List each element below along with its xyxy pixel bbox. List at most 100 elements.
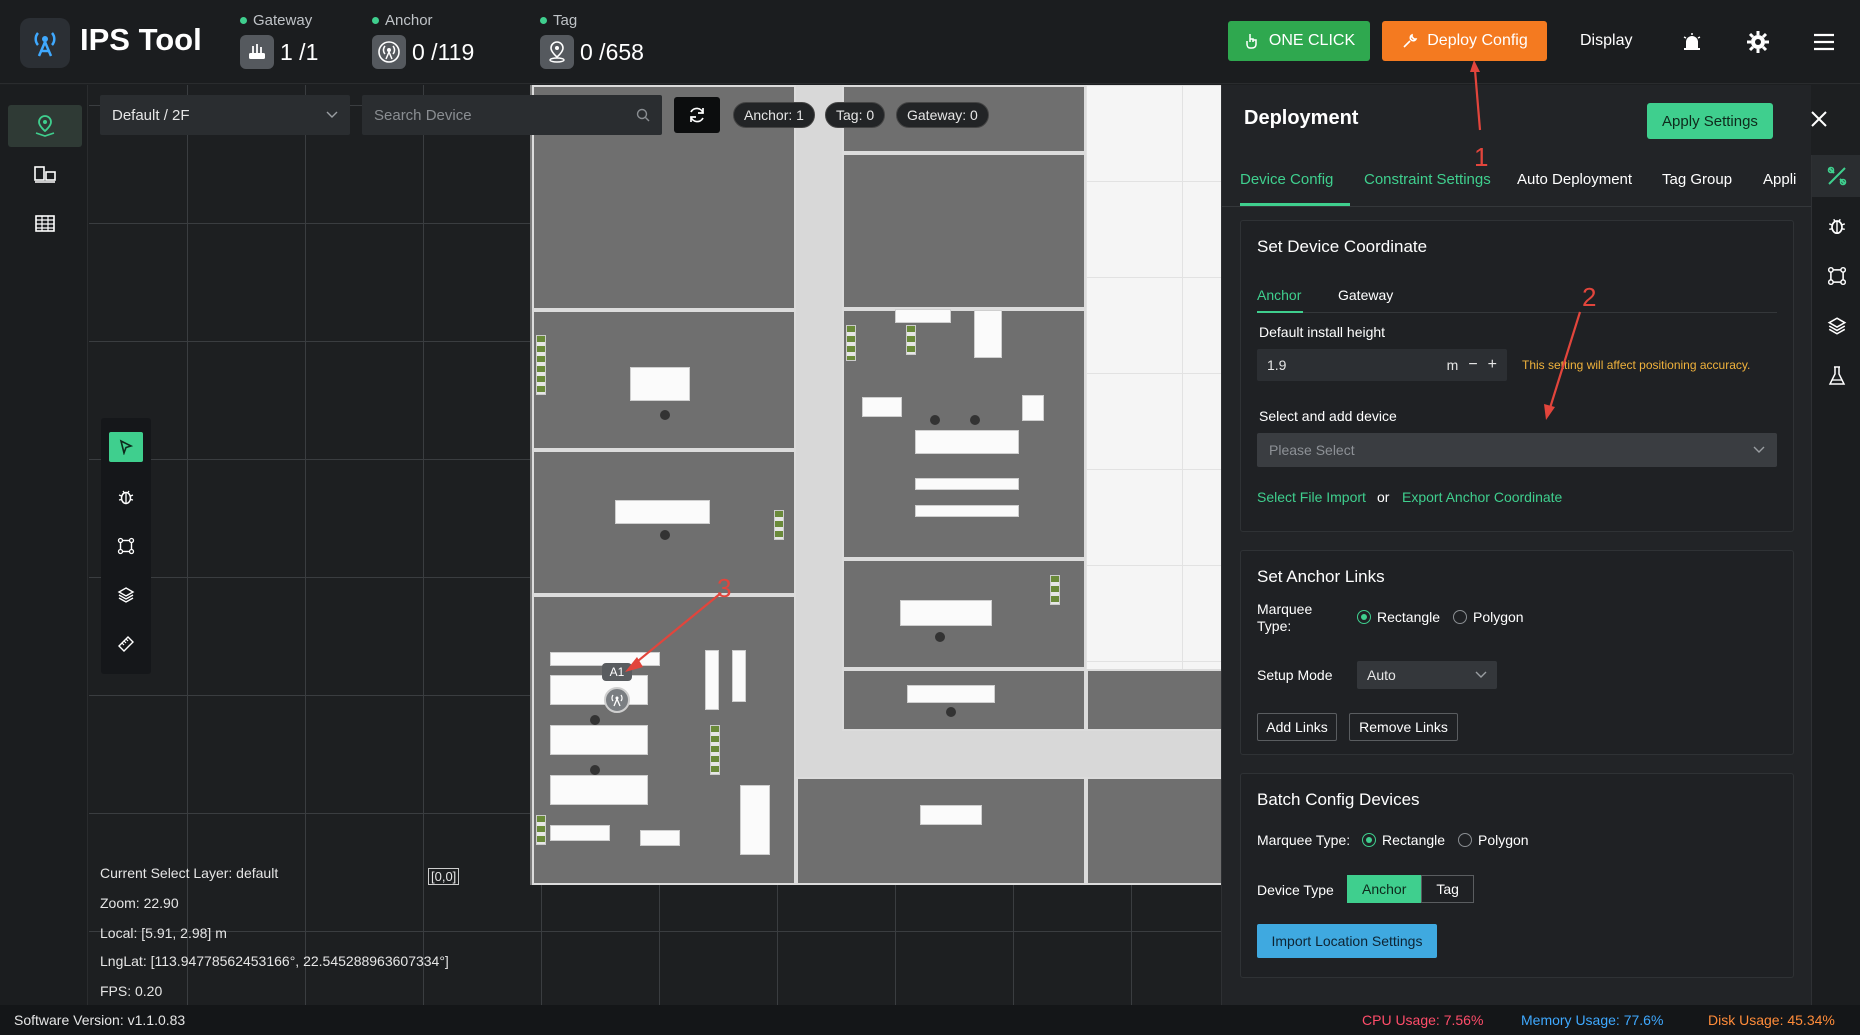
search-box <box>362 95 662 135</box>
card-title: Set Anchor Links <box>1257 567 1385 586</box>
batch-rectangle-radio[interactable]: Rectangle <box>1362 832 1445 848</box>
online-dot <box>540 17 547 24</box>
online-dot <box>372 17 379 24</box>
device-select[interactable]: Please Select <box>1257 433 1777 467</box>
room <box>1086 777 1221 885</box>
gear-icon[interactable] <box>1744 28 1772 56</box>
sidebar-item-buildings[interactable] <box>8 201 82 243</box>
room <box>842 153 1086 309</box>
desk <box>895 309 951 323</box>
hamburger-menu-icon[interactable] <box>1810 28 1838 56</box>
bug-icon <box>1828 218 1845 235</box>
select-device-label: Select and add device <box>1259 408 1397 424</box>
search-input[interactable] <box>374 106 614 124</box>
display-menu[interactable]: Display <box>1580 32 1632 50</box>
setup-mode-select[interactable]: Auto <box>1357 661 1497 689</box>
install-height-label: Default install height <box>1259 324 1386 340</box>
device-type-label: Device Type <box>1257 882 1334 898</box>
measure-tool[interactable] <box>109 629 143 659</box>
link-area-tool[interactable] <box>109 531 143 561</box>
increment-icon[interactable]: + <box>1488 356 1497 374</box>
gateway-count-pill[interactable]: Gateway: 0 <box>896 102 989 128</box>
radio-selected <box>1357 610 1371 624</box>
radio-label: Polygon <box>1473 609 1524 625</box>
rail-item-debug[interactable] <box>1812 205 1860 247</box>
app-title: IPS Tool <box>80 22 202 57</box>
gateway-count: 1 /1 <box>280 38 319 65</box>
add-links-button[interactable]: Add Links <box>1257 713 1337 741</box>
export-anchor-coordinate-link[interactable]: Export Anchor Coordinate <box>1402 489 1562 505</box>
bounding-box-icon <box>117 537 135 555</box>
batch-polygon-radio[interactable]: Polygon <box>1458 832 1529 848</box>
cursor-arrow-icon <box>119 439 134 455</box>
tab-auto-deployment[interactable]: Auto Deployment <box>1517 171 1632 188</box>
install-height-input[interactable] <box>1267 357 1397 373</box>
device-type-tag[interactable]: Tag <box>1421 875 1474 903</box>
close-icon[interactable] <box>1804 104 1834 134</box>
sidebar-item-map[interactable] <box>8 105 82 147</box>
tab-device-config[interactable]: Device Config <box>1240 171 1333 188</box>
or-text: or <box>1377 489 1390 505</box>
tab-application[interactable]: Appli <box>1763 171 1796 188</box>
debug-tool[interactable] <box>109 482 143 512</box>
select-file-import-link[interactable]: Select File Import <box>1257 489 1366 505</box>
one-click-button[interactable]: ONE CLICK <box>1228 21 1370 61</box>
marquee-polygon-radio[interactable]: Polygon <box>1453 609 1524 625</box>
anchor-marker[interactable] <box>604 687 630 713</box>
install-height-stepper: m − + <box>1257 349 1507 381</box>
radio-label: Rectangle <box>1377 609 1441 625</box>
subtab-anchor[interactable]: Anchor <box>1257 287 1301 303</box>
layers-icon <box>117 587 135 603</box>
local-coord-readout: Local: [5.91, 2.98] m <box>100 925 227 941</box>
search-icon[interactable] <box>636 108 650 122</box>
tag-stat: Tag 0 /658 <box>540 12 644 69</box>
sidebar-item-devices[interactable] <box>8 153 82 195</box>
desk <box>900 600 992 626</box>
refresh-icon <box>690 107 704 123</box>
floor-select[interactable]: Default / 2F <box>100 95 350 135</box>
anchor-count-pill[interactable]: Anchor: 1 <box>733 102 815 128</box>
tab-tag-group[interactable]: Tag Group <box>1662 171 1732 188</box>
deploy-config-button[interactable]: Deploy Config <box>1382 21 1547 61</box>
fps-readout: FPS: 0.20 <box>100 983 163 999</box>
status-bar: Software Version: v1.1.0.83 CPU Usage: 7… <box>0 1005 1860 1035</box>
tab-constraint-settings[interactable]: Constraint Settings <box>1364 171 1491 188</box>
marquee-type-label: Marquee Type: <box>1257 601 1312 635</box>
desk <box>550 825 610 841</box>
marquee-type-label: Marquee Type: <box>1257 832 1351 848</box>
tag-count-pill[interactable]: Tag: 0 <box>825 102 886 128</box>
layers-tool[interactable] <box>109 580 143 610</box>
marquee-rectangle-radio[interactable]: Rectangle <box>1357 609 1440 625</box>
desk <box>920 805 982 825</box>
tag-label: Tag <box>553 12 578 29</box>
setup-mode-label: Setup Mode <box>1257 667 1333 683</box>
refresh-button[interactable] <box>674 97 720 133</box>
alarm-icon[interactable] <box>1678 28 1706 56</box>
import-location-settings-button[interactable]: Import Location Settings <box>1257 924 1437 958</box>
floor-select-value: Default / 2F <box>112 106 190 124</box>
map-pin-icon <box>35 115 55 137</box>
bounding-box-icon <box>1827 266 1846 286</box>
origin-marker: [0,0] <box>428 868 460 885</box>
desk <box>915 478 1019 490</box>
plant-strip <box>710 725 720 775</box>
floor-map-canvas[interactable]: [0,0] A1 3 Current Select Layer: default… <box>89 85 1221 1005</box>
device-type-anchor[interactable]: Anchor <box>1347 875 1422 903</box>
subtab-gateway[interactable]: Gateway <box>1338 287 1393 303</box>
rail-item-deployment[interactable] <box>1812 155 1860 197</box>
active-subtab-indicator <box>1257 311 1303 313</box>
desk <box>915 505 1019 517</box>
room <box>796 777 1086 885</box>
rail-item-layers[interactable] <box>1812 305 1860 347</box>
rail-item-lab[interactable] <box>1812 355 1860 397</box>
current-layer-readout: Current Select Layer: default <box>100 865 279 881</box>
chair <box>935 632 945 642</box>
decrement-icon[interactable]: − <box>1468 356 1477 374</box>
desk <box>1022 395 1044 421</box>
device-coordinate-card: Set Device Coordinate Anchor Gateway Def… <box>1240 220 1794 532</box>
select-tool[interactable] <box>109 432 143 462</box>
remove-links-button[interactable]: Remove Links <box>1349 713 1458 741</box>
setup-mode-value: Auto <box>1367 667 1396 683</box>
rail-item-links[interactable] <box>1812 255 1860 297</box>
apply-settings-button[interactable]: Apply Settings <box>1647 103 1773 139</box>
